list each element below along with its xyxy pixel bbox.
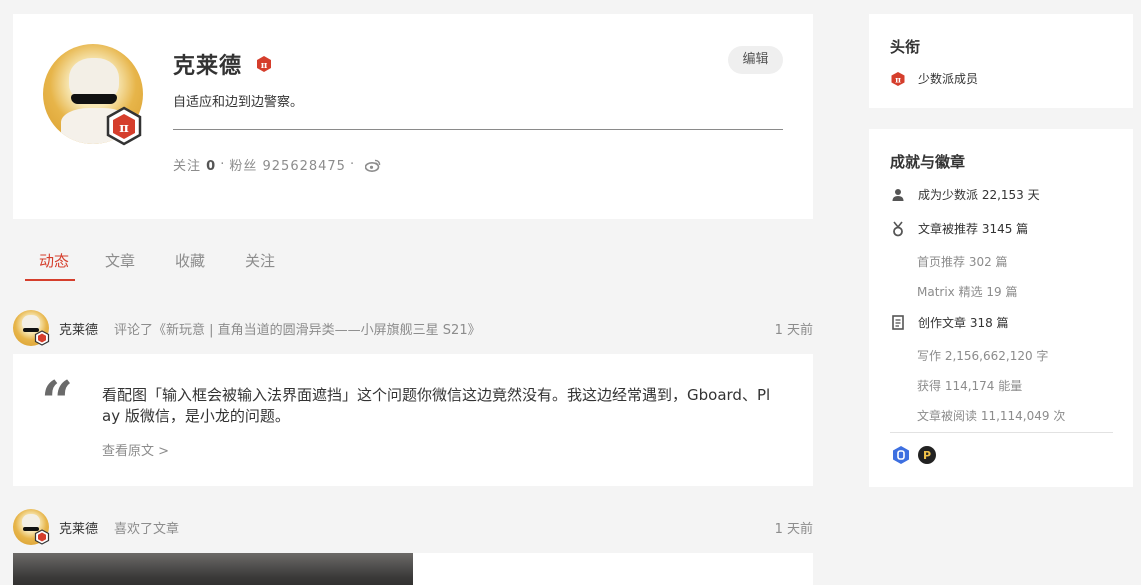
pi-badge-icon: π xyxy=(890,71,906,87)
member-days-row: 成为少数派 22,153 天 xyxy=(890,186,1040,203)
feed-username[interactable]: 克莱德 xyxy=(59,319,98,338)
divider xyxy=(173,129,783,130)
tab-activity[interactable]: 动态 xyxy=(25,240,85,281)
created-articles-row: 创作文章 318 篇 xyxy=(890,314,1009,331)
medal-icon xyxy=(890,221,906,237)
feed-item-header: 克莱德 喜欢了文章 1 天前 xyxy=(13,509,813,545)
feed-action-text: 喜欢了文章 xyxy=(114,521,180,537)
view-original-link[interactable]: 查看原文 > xyxy=(102,440,169,459)
pi-badge-icon[interactable]: π xyxy=(255,55,273,73)
weibo-icon[interactable] xyxy=(365,158,381,172)
title-item[interactable]: π 少数派成员 xyxy=(890,70,978,87)
sspai-member-badge-icon xyxy=(34,529,50,545)
recommended-row: 文章被推荐 3145 篇 xyxy=(890,220,1028,237)
feed-timestamp: 1 天前 xyxy=(774,521,813,537)
profile-bio: 自适应和边到边警察。 xyxy=(173,95,304,110)
homepage-recommend-stat: 首页推荐 302 篇 xyxy=(917,255,1008,269)
achievements-card: 成就与徽章 成为少数派 22,153 天 文章被推荐 3145 篇 首页推荐 3… xyxy=(869,129,1133,487)
followers-link[interactable]: 粉丝 925628475 xyxy=(229,155,346,174)
person-icon xyxy=(890,187,906,203)
divider xyxy=(890,432,1113,433)
sspai-member-badge-icon xyxy=(34,330,50,346)
svg-text:π: π xyxy=(119,121,129,136)
article-card[interactable] xyxy=(413,553,813,585)
matrix-stat: Matrix 精选 19 篇 xyxy=(917,285,1018,299)
feed-action-text[interactable]: 评论了《新玩意 | 直角当道的圆滑异类——小屏旗舰三星 S21》 xyxy=(114,319,481,338)
profile-name: 克莱德 xyxy=(173,54,243,79)
tab-favorites[interactable]: 收藏 xyxy=(155,240,225,280)
tab-articles[interactable]: 文章 xyxy=(85,240,155,280)
feed-item-header: 克莱德 评论了《新玩意 | 直角当道的圆滑异类——小屏旗舰三星 S21》 1 天… xyxy=(13,310,813,346)
document-icon xyxy=(890,315,906,331)
svg-text:P: P xyxy=(923,449,931,462)
feed-username[interactable]: 克莱德 xyxy=(59,518,98,537)
title-card: 头衔 π 少数派成员 xyxy=(869,14,1133,108)
profile-tabs: 动态 文章 收藏 关注 xyxy=(25,240,295,281)
comment-text: 看配图「输入框会被输入法界面遮挡」这个问题你微信这边竟然没有。我这边经常遇到，G… xyxy=(102,386,771,425)
svg-text:π: π xyxy=(261,61,268,71)
reads-stat: 文章被阅读 11,114,049 次 xyxy=(917,409,1066,423)
shield-badge-icon[interactable] xyxy=(891,445,911,465)
article-cover-image[interactable] xyxy=(13,553,413,585)
title-card-heading: 头衔 xyxy=(890,38,921,56)
feed-timestamp: 1 天前 xyxy=(774,322,813,338)
avatar[interactable] xyxy=(13,509,50,545)
sspai-member-badge-icon: π xyxy=(106,106,142,146)
energy-stat: 获得 114,174 能量 xyxy=(917,379,1023,393)
svg-text:π: π xyxy=(895,74,901,84)
achievements-heading: 成就与徽章 xyxy=(890,153,966,171)
p-badge-icon[interactable]: P xyxy=(917,445,937,465)
profile-card: π 克莱德 π 自适应和边到边警察。 关注 0 · 粉丝 925628475 ·… xyxy=(13,14,813,219)
quote-icon: “ xyxy=(41,369,74,435)
following-link[interactable]: 关注 0 xyxy=(173,155,216,174)
comment-card: “ 看配图「输入框会被输入法界面遮挡」这个问题你微信这边竟然没有。我这边经常遇到… xyxy=(13,354,813,486)
words-stat: 写作 2,156,662,120 字 xyxy=(917,349,1049,363)
tab-following[interactable]: 关注 xyxy=(225,240,295,280)
edit-button[interactable]: 编辑 xyxy=(728,46,783,74)
profile-stats: 关注 0 · 粉丝 925628475 · xyxy=(173,155,381,174)
avatar[interactable] xyxy=(13,310,50,346)
